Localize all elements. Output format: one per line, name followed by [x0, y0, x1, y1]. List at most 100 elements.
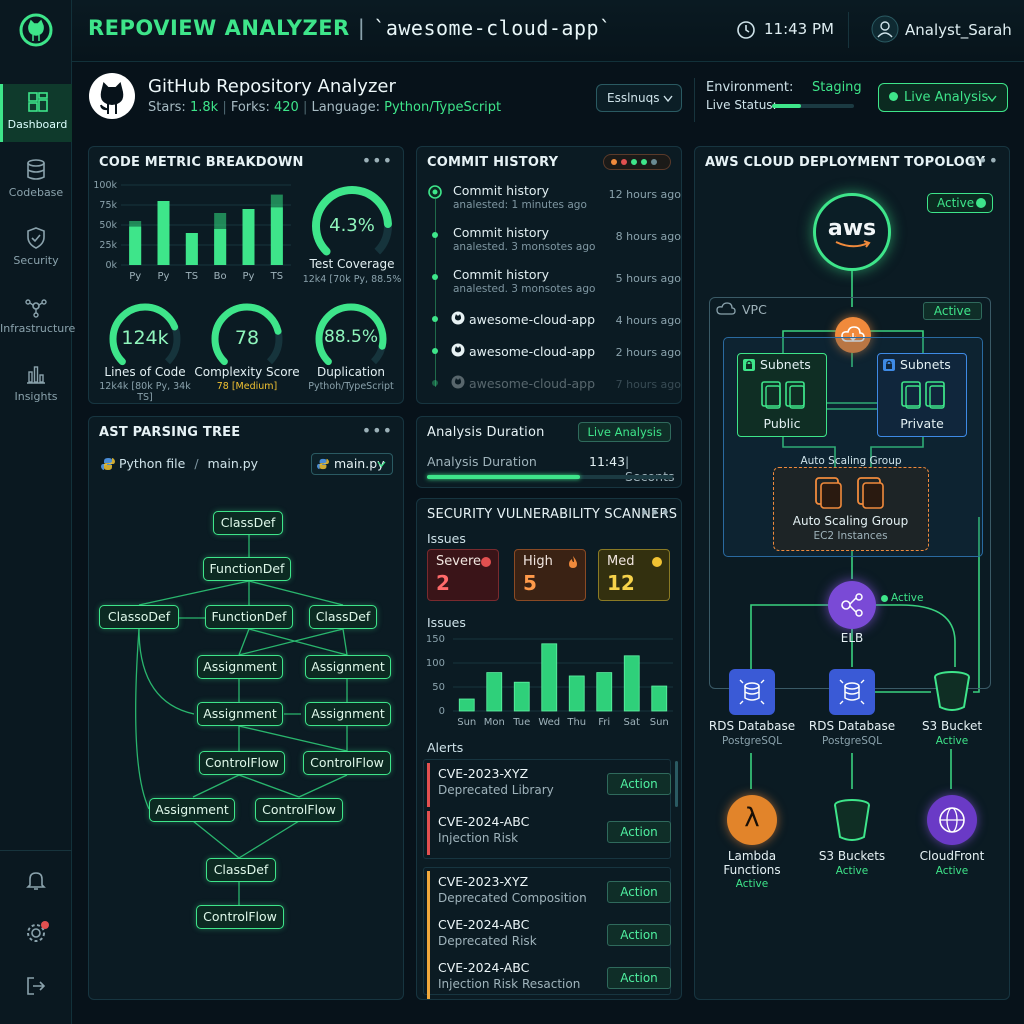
- analysis-duration-label: Analysis Duration: [427, 454, 537, 469]
- alerts-scrollbar[interactable]: [675, 761, 678, 807]
- lock-icon: [883, 359, 895, 371]
- commit-item[interactable]: Commit history analested: 1 minutes ago …: [428, 179, 681, 219]
- sidebar-item-codebase[interactable]: Codebase: [0, 152, 72, 210]
- private-subnet[interactable]: Subnets Private: [877, 353, 967, 437]
- x-tick-label: Bo: [214, 271, 227, 282]
- rds-database-icon[interactable]: [729, 669, 775, 715]
- lines-of-code-sub: 12k4k [80k Py, 34k TS]: [99, 381, 191, 403]
- gear-icon[interactable]: [24, 920, 50, 950]
- y-tick-label: 0: [439, 706, 445, 717]
- ast-node[interactable]: Assignment: [305, 655, 391, 679]
- alert-circle-icon: [481, 557, 491, 567]
- complexity-sub: 78 [Medium]: [216, 381, 278, 392]
- analysis-unit: | Seconts: [625, 454, 674, 484]
- repo-meta: Stars: 1.8k | Forks: 420 | Language: Pyt…: [148, 100, 502, 115]
- ast-node[interactable]: Assignment: [197, 655, 283, 679]
- more-menu-icon[interactable]: •••: [640, 503, 671, 522]
- ast-node[interactable]: Assignment: [149, 798, 235, 822]
- rds2-sub: PostgreSQL: [822, 735, 882, 747]
- y-tick-label: 100: [426, 658, 445, 669]
- commit-sub: analested. 3 monsotes ago: [453, 283, 596, 295]
- logout-icon[interactable]: [24, 974, 48, 1002]
- live-analysis-dropdown[interactable]: Live Analysis: [878, 83, 1008, 112]
- ast-node[interactable]: ControlFlow: [255, 798, 343, 822]
- ast-node[interactable]: ControlFlow: [303, 751, 391, 775]
- elb-icon[interactable]: [828, 581, 876, 629]
- instances-icon: [761, 381, 805, 409]
- s3-bucket-icon[interactable]: [931, 669, 973, 713]
- x-tick-label: Mon: [484, 717, 505, 728]
- commit-dot-icon: [432, 348, 438, 354]
- sidebar-item-dashboard[interactable]: Dashboard: [0, 84, 72, 142]
- lines-of-code-value: 124k: [121, 327, 169, 349]
- ast-node[interactable]: Assignment: [305, 702, 391, 726]
- duplication-sub: Pythoh/TypeScript: [308, 381, 394, 392]
- github-octocat-icon: [89, 73, 135, 119]
- sidebar-item-label: Codebase: [8, 186, 64, 199]
- alert-action-button[interactable]: Action: [607, 821, 671, 843]
- high-badge[interactable]: High 5: [514, 549, 586, 601]
- ast-node[interactable]: ControlFlow: [199, 751, 285, 775]
- ast-node[interactable]: ClassDef: [206, 858, 276, 882]
- aws-logo-text: aws: [827, 216, 877, 241]
- ast-tree-panel: AST PARSING TREE ••• Python file / main.…: [88, 416, 404, 1000]
- severe-badge[interactable]: Severe 2: [427, 549, 499, 601]
- med-badge[interactable]: Med 12: [598, 549, 670, 601]
- sidebar: Dashboard Codebase Security Infrastructu…: [0, 0, 75, 1024]
- analysis-progress-bar: [427, 475, 673, 479]
- sidebar-item-insights[interactable]: Insights: [0, 356, 72, 414]
- alert-item[interactable]: CVE-2023-XYZ Deprecated Library Action: [427, 763, 671, 807]
- commit-item[interactable]: awesome-cloud-app 7 hours ago: [431, 369, 681, 403]
- public-subnet[interactable]: Subnets Public: [737, 353, 827, 437]
- lambda-icon[interactable]: λ: [727, 795, 777, 845]
- x-tick-label: Sun: [650, 717, 669, 728]
- subnet-title: Subnets: [760, 357, 811, 372]
- ec2-instances-icon: [815, 477, 884, 509]
- ast-node[interactable]: FunctionDef: [205, 605, 293, 629]
- test-coverage-label: Test Coverage: [309, 257, 395, 271]
- vpc-label: VPC: [742, 302, 767, 317]
- ast-node[interactable]: ClassoDef: [99, 605, 179, 629]
- severe-value: 2: [436, 571, 450, 595]
- ast-node[interactable]: FunctionDef: [203, 557, 291, 581]
- x-tick-label: Py: [158, 271, 170, 282]
- bar: [486, 672, 503, 712]
- sidebar-item-security[interactable]: Security: [0, 220, 72, 278]
- high-value: 5: [523, 571, 537, 595]
- github-logo-icon[interactable]: [18, 12, 54, 48]
- s3-buckets-icon[interactable]: [831, 797, 873, 843]
- commit-item[interactable]: Commit history analested. 3 monsotes ago…: [431, 263, 681, 303]
- user-menu[interactable]: Analyst_Sarah: [848, 12, 1018, 48]
- ast-node[interactable]: Assignment: [197, 702, 283, 726]
- github-icon: [451, 343, 465, 357]
- y-tick-label: 150: [426, 634, 445, 645]
- instances-icon: [901, 381, 945, 409]
- warning-circle-icon: [652, 557, 662, 567]
- clock-icon: [737, 21, 755, 39]
- avatar-icon: [871, 15, 899, 43]
- alert-item[interactable]: CVE-2024-ABC Injection Risk Resaction Ac…: [427, 957, 671, 999]
- cloudfront-icon[interactable]: [927, 795, 977, 845]
- alert-action-button[interactable]: Action: [607, 967, 671, 989]
- ast-node[interactable]: ClassDef: [309, 605, 377, 629]
- settings-dropdown[interactable]: Esslnuqs: [596, 84, 682, 112]
- alert-action-button[interactable]: Action: [607, 773, 671, 795]
- sidebar-item-infrastructure[interactable]: Infrastructure: [0, 288, 75, 346]
- title-separator: |: [357, 16, 366, 40]
- alert-action-button[interactable]: Action: [607, 881, 671, 903]
- ast-node[interactable]: ControlFlow: [196, 905, 284, 929]
- live-analysis-badge: Live Analysis: [578, 422, 671, 442]
- ast-node[interactable]: ClassDef: [213, 511, 283, 535]
- bell-icon[interactable]: [24, 868, 48, 896]
- more-menu-icon[interactable]: •••: [362, 151, 393, 170]
- alert-item[interactable]: CVE-2024-ABC Injection Risk Action: [427, 811, 671, 855]
- alert-item[interactable]: CVE-2024-ABC Deprecated Risk Action: [427, 914, 671, 958]
- aws-logo-icon[interactable]: aws: [813, 193, 891, 271]
- commit-item[interactable]: Commit history analested. 3 monsotes ago…: [431, 221, 681, 261]
- auto-scaling-group[interactable]: Auto Scaling Group EC2 Instances: [773, 467, 929, 551]
- alert-item[interactable]: CVE-2023-XYZ Deprecated Composition Acti…: [427, 871, 671, 915]
- dashboard-icon: [27, 92, 48, 112]
- analysis-time: 11:43: [589, 454, 626, 469]
- alert-action-button[interactable]: Action: [607, 924, 671, 946]
- rds-database-icon[interactable]: [829, 669, 875, 715]
